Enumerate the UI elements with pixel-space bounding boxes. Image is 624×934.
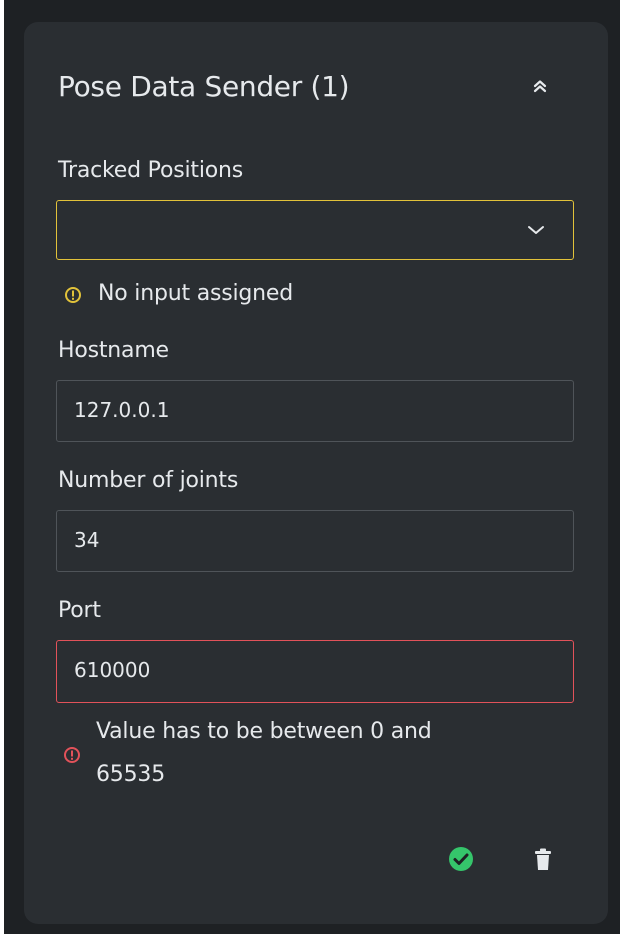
port-error-line-1: Value has to be between 0 and [96, 719, 432, 744]
collapse-button[interactable] [526, 72, 554, 100]
joints-input[interactable]: 34 [56, 510, 574, 572]
joints-label: Number of joints [58, 468, 239, 493]
error-circle-icon [64, 747, 80, 763]
hostname-value: 127.0.0.1 [74, 398, 170, 422]
port-error-line-2: 65535 [96, 762, 165, 787]
hostname-label: Hostname [58, 338, 169, 363]
check-circle-icon [449, 847, 473, 871]
port-value: 610000 [74, 658, 151, 682]
port-label: Port [58, 598, 101, 623]
port-input[interactable]: 610000 [56, 640, 574, 703]
confirm-button[interactable] [448, 846, 474, 876]
chevron-down-icon [528, 226, 544, 234]
hostname-input[interactable]: 127.0.0.1 [56, 380, 574, 442]
card-title: Pose Data Sender (1) [58, 70, 350, 103]
no-input-warning: No input assigned [98, 281, 294, 306]
tracked-positions-select[interactable] [56, 200, 574, 260]
trash-icon [535, 848, 551, 870]
double-chevron-up-icon [533, 80, 547, 93]
warning-circle-icon [65, 287, 81, 303]
joints-value: 34 [74, 528, 100, 552]
delete-button[interactable] [534, 848, 552, 876]
tracked-positions-label: Tracked Positions [58, 158, 243, 183]
